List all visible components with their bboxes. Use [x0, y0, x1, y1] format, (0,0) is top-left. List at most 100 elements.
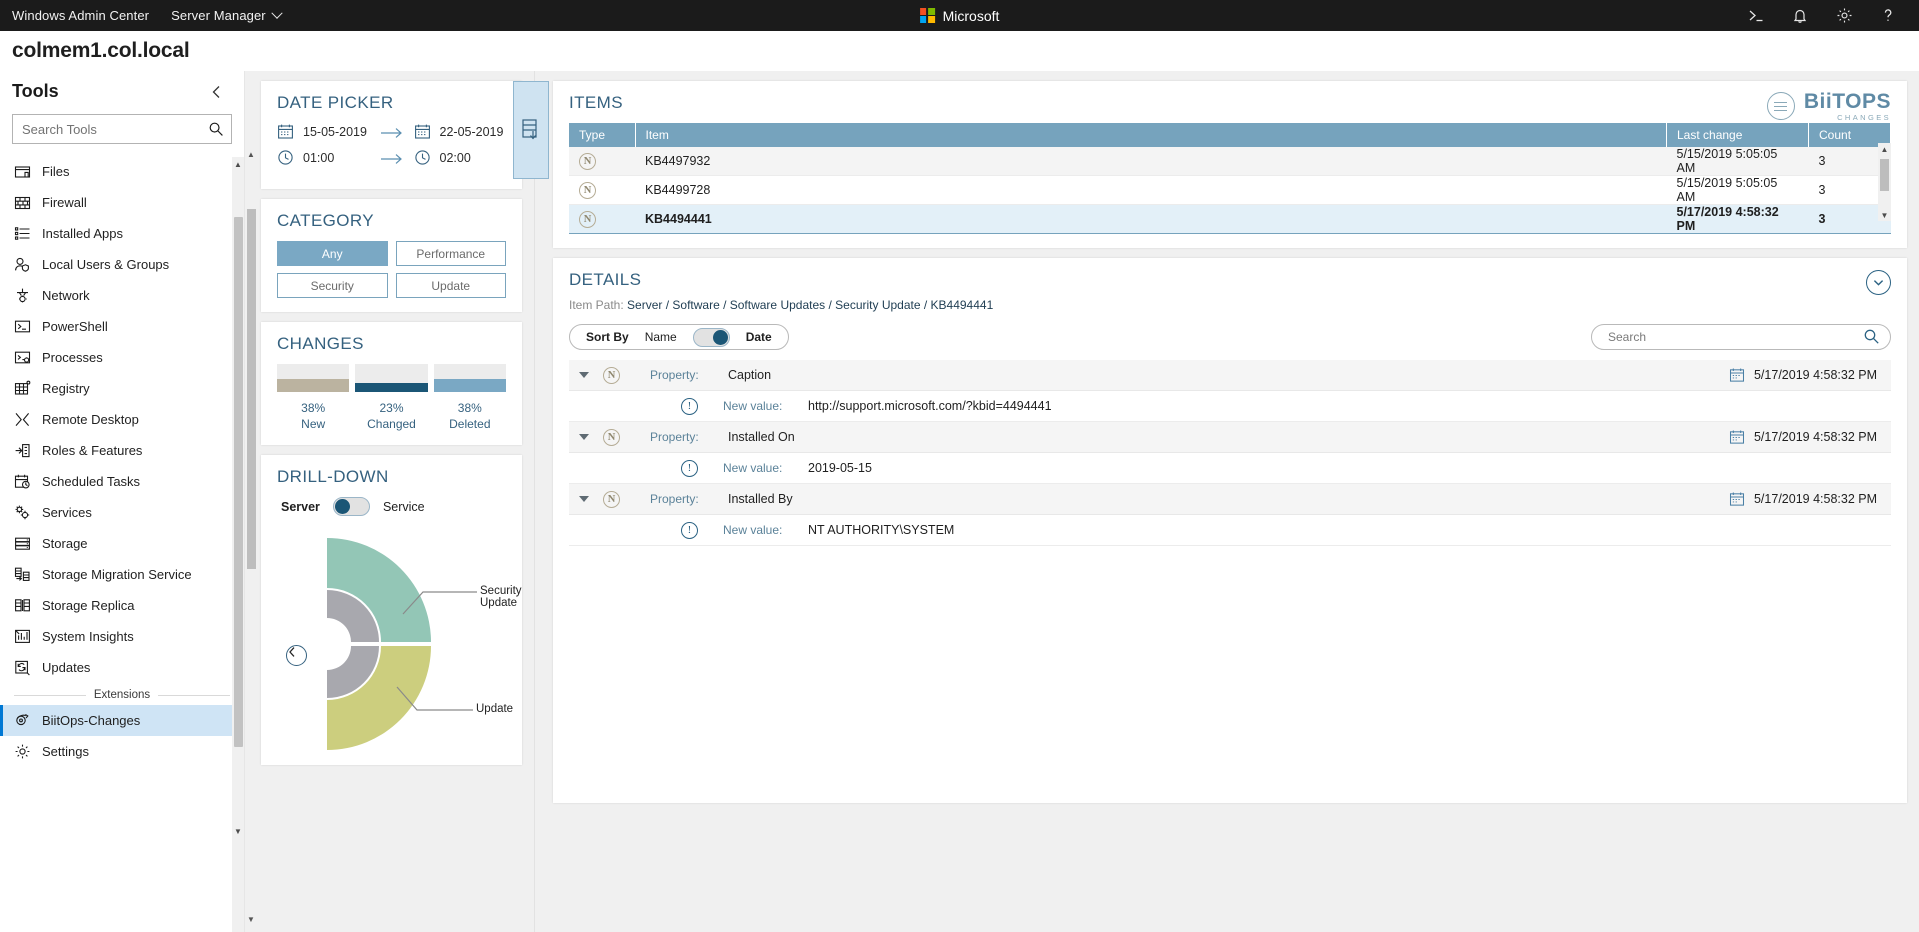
search-icon[interactable] — [1863, 328, 1880, 345]
sort-by-control[interactable]: Sort By Name Date — [569, 324, 789, 350]
sidebar-item-storage-migration-service[interactable]: Storage Migration Service — [0, 559, 244, 590]
end-date-field[interactable]: 22-05-2019 — [414, 123, 507, 140]
help-icon[interactable] — [1879, 7, 1897, 25]
top-bar-left: Windows Admin Center Server Manager — [0, 8, 281, 23]
sidebar-item-local-users-groups[interactable]: Local Users & Groups — [0, 249, 244, 280]
search-icon[interactable] — [208, 121, 224, 137]
items-column-item[interactable]: Item — [635, 123, 1667, 147]
sort-name-label[interactable]: Name — [645, 330, 677, 344]
sidebar-item-files[interactable]: Files — [0, 156, 244, 187]
table-row[interactable]: NKB44979325/15/2019 5:05:05 AM3 — [569, 147, 1891, 176]
filters-scrollbar[interactable]: ▲ ▼ — [245, 147, 257, 932]
drilldown-title: DRILL-DOWN — [277, 467, 506, 487]
category-option-performance[interactable]: Performance — [396, 241, 507, 266]
sidebar-item-network[interactable]: Network — [0, 280, 244, 311]
collapse-sidebar-button[interactable] — [206, 82, 226, 102]
system-insights-icon — [14, 628, 31, 645]
detail-property-row[interactable]: NProperty:Installed By5/17/2019 4:58:32 … — [569, 484, 1891, 515]
items-column-type[interactable]: Type — [569, 123, 635, 147]
sidebar-item-storage[interactable]: Storage — [0, 528, 244, 559]
sidebar-item-label: Roles & Features — [42, 443, 142, 458]
storage-replica-icon — [14, 597, 31, 614]
category-option-security[interactable]: Security — [277, 273, 388, 298]
details-entries-list[interactable]: NProperty:Caption5/17/2019 4:58:32 PM!Ne… — [569, 360, 1891, 546]
sidebar-item-powershell[interactable]: PowerShell — [0, 311, 244, 342]
expand-triangle-icon[interactable] — [579, 372, 589, 378]
sort-toggle[interactable] — [693, 328, 730, 347]
app-shell: Tools FilesFirewallInstalled AppsLocal U… — [0, 71, 1919, 932]
sidebar-item-installed-apps[interactable]: Installed Apps — [0, 218, 244, 249]
console-icon[interactable] — [1747, 7, 1765, 25]
items-table-body[interactable]: NKB44979325/15/2019 5:05:05 AM3NKB449972… — [569, 147, 1891, 234]
change-stat-track — [277, 364, 349, 392]
start-date-field[interactable]: 15-05-2019 — [277, 123, 370, 140]
filters-scroll-down-icon[interactable]: ▼ — [245, 912, 257, 926]
end-time-field[interactable]: 02:00 — [414, 149, 507, 166]
items-scroll-down-icon[interactable]: ▼ — [1881, 209, 1889, 221]
detail-property-row[interactable]: NProperty:Caption5/17/2019 4:58:32 PM — [569, 360, 1891, 391]
drilldown-toggle[interactable] — [333, 497, 370, 516]
detail-property-row[interactable]: NProperty:Installed On5/17/2019 4:58:32 … — [569, 422, 1891, 453]
sidebar-item-label: Remote Desktop — [42, 412, 139, 427]
change-stat-percent: 23% — [379, 401, 403, 415]
item-name-cell: KB4494441 — [635, 205, 1667, 234]
items-column-last-change[interactable]: Last change — [1667, 123, 1809, 147]
gear-icon[interactable] — [1835, 7, 1853, 25]
changes-title: CHANGES — [277, 334, 506, 354]
sidebar-item-biitops-changes[interactable]: BiitOps-Changes — [0, 705, 244, 736]
scheduled-tasks-icon — [14, 473, 31, 490]
clock-icon — [277, 149, 294, 166]
sidebar-item-updates[interactable]: Updates — [0, 652, 244, 683]
tools-nav-list[interactable]: FilesFirewallInstalled AppsLocal Users &… — [0, 154, 244, 932]
installed-apps-icon — [14, 225, 31, 242]
sidebar-item-settings[interactable]: Settings — [0, 736, 244, 767]
panel-toggle-tab[interactable] — [513, 81, 549, 179]
scroll-down-icon[interactable]: ▼ — [234, 824, 242, 838]
sidebar-scrollbar[interactable]: ▲ ▼ — [232, 157, 244, 932]
search-input[interactable] — [12, 114, 232, 144]
filters-scrollbar-thumb[interactable] — [247, 209, 256, 569]
detail-value-row: !New value:http://support.microsoft.com/… — [569, 391, 1891, 422]
change-stat-percent: 38% — [301, 401, 325, 415]
sidebar-item-roles-features[interactable]: Roles & Features — [0, 435, 244, 466]
type-badge-new-icon: N — [579, 182, 596, 199]
category-options[interactable]: Any Performance Security Update — [277, 241, 506, 298]
sidebar-item-processes[interactable]: Processes — [0, 342, 244, 373]
category-option-update[interactable]: Update — [396, 273, 507, 298]
donut-label-security-update: Security Update — [480, 585, 522, 609]
app-name[interactable]: Windows Admin Center — [12, 8, 149, 23]
sidebar-item-system-insights[interactable]: System Insights — [0, 621, 244, 652]
sidebar-item-scheduled-tasks[interactable]: Scheduled Tasks — [0, 466, 244, 497]
table-row[interactable]: NKB44997285/15/2019 5:05:05 AM3 — [569, 176, 1891, 205]
section-label: Server Manager — [171, 8, 266, 23]
items-scrollbar[interactable]: ▲ ▼ — [1878, 143, 1891, 221]
items-scroll-up-icon[interactable]: ▲ — [1881, 143, 1889, 155]
sort-date-label[interactable]: Date — [746, 330, 772, 344]
items-table[interactable]: TypeItemLast changeCount NKB44979325/15/… — [569, 123, 1891, 234]
details-search-input[interactable] — [1591, 324, 1891, 350]
drilldown-donut-chart[interactable]: Security Update Update — [277, 524, 506, 759]
filters-scroll-up-icon[interactable]: ▲ — [245, 147, 257, 161]
sidebar-item-registry[interactable]: Registry — [0, 373, 244, 404]
items-scrollbar-thumb[interactable] — [1880, 159, 1889, 191]
sidebar-item-label: BiitOps-Changes — [42, 713, 140, 728]
bell-icon[interactable] — [1791, 7, 1809, 25]
category-option-any[interactable]: Any — [277, 241, 388, 266]
expand-triangle-icon[interactable] — [579, 434, 589, 440]
sidebar-item-firewall[interactable]: Firewall — [0, 187, 244, 218]
sidebar-item-remote-desktop[interactable]: Remote Desktop — [0, 404, 244, 435]
property-date: 5/17/2019 4:58:32 PM — [1729, 491, 1891, 507]
change-stat-label: Changed — [367, 417, 416, 431]
scroll-up-icon[interactable]: ▲ — [234, 157, 242, 171]
section-selector[interactable]: Server Manager — [171, 8, 281, 23]
sidebar-item-storage-replica[interactable]: Storage Replica — [0, 590, 244, 621]
scrollbar-thumb[interactable] — [234, 217, 243, 747]
sidebar-item-services[interactable]: Services — [0, 497, 244, 528]
table-row[interactable]: NKB44944415/17/2019 4:58:32 PM3 — [569, 205, 1891, 234]
chevron-left-icon[interactable] — [286, 645, 307, 666]
changes-card: CHANGES 38%New23%Changed38%Deleted — [261, 322, 522, 445]
expand-triangle-icon[interactable] — [579, 496, 589, 502]
chevron-down-circle-icon[interactable] — [1866, 270, 1891, 295]
start-time-field[interactable]: 01:00 — [277, 149, 370, 166]
category-title: CATEGORY — [277, 211, 506, 231]
